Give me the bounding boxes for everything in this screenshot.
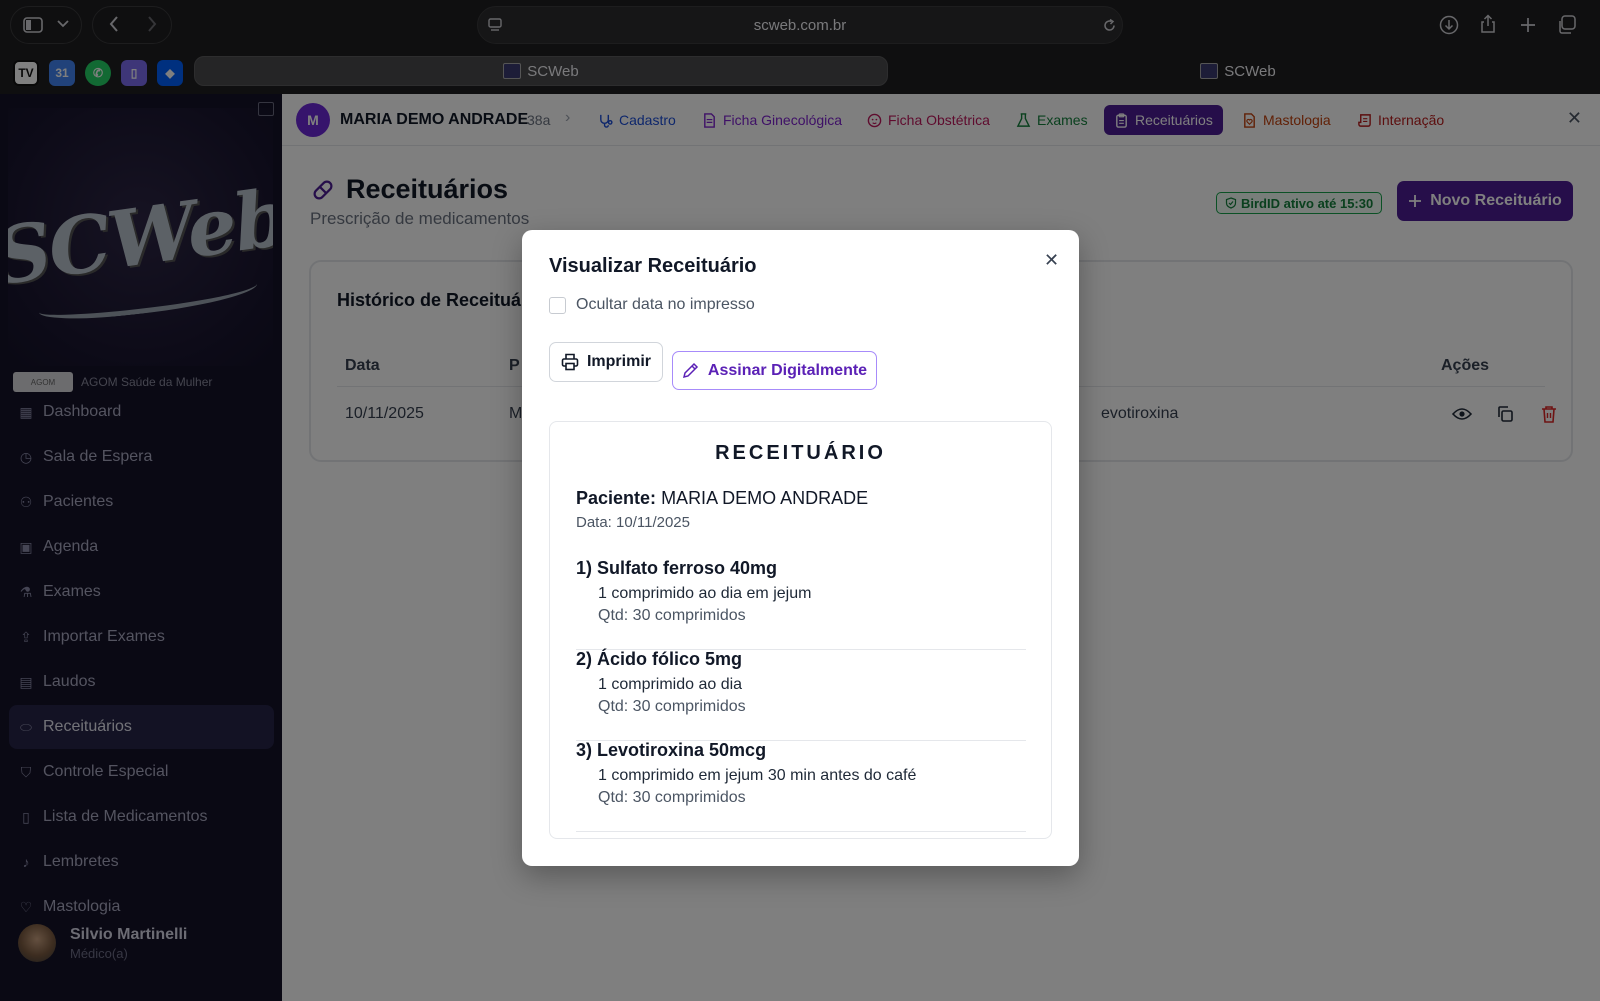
prescription-patient: Paciente: MARIA DEMO ANDRADE — [576, 488, 869, 508]
print-button[interactable]: Imprimir — [549, 342, 663, 382]
medication-item: 2) Ácido fólico 5mg 1 comprimido ao dia Qt… — [576, 649, 1026, 741]
medication-quantity: Qtd: 30 comprimidos — [598, 698, 746, 715]
close-icon[interactable]: ✕ — [1044, 250, 1059, 271]
pen-icon — [682, 362, 698, 379]
medication-name: 3) Levotiroxina 50mcg — [576, 740, 767, 760]
medication-item: 3) Levotiroxina 50mcg 1 comprimido em jej… — [576, 740, 1026, 832]
medication-name: 1) Sulfato ferroso 40mg — [576, 558, 778, 578]
medication-posology: 1 comprimido ao dia em jejum — [598, 585, 812, 602]
sign-digitally-button[interactable]: Assinar Digitalmente — [672, 351, 877, 390]
modal-title: Visualizar Receituário — [549, 255, 757, 277]
view-prescription-modal: Visualizar Receituário ✕ Ocultar data no… — [522, 230, 1079, 866]
medication-quantity: Qtd: 30 comprimidos — [598, 607, 746, 624]
medication-posology: 1 comprimido em jejum 30 min antes do ca… — [598, 767, 917, 784]
medication-name: 2) Ácido fólico 5mg — [576, 649, 743, 669]
hide-date-label: Ocultar data no impresso — [576, 296, 755, 313]
prescription-preview: RECEITUÁRIO Paciente: MARIA DEMO ANDRADE… — [549, 421, 1052, 839]
medication-item: 1) Sulfato ferroso 40mg 1 comprimido ao d… — [576, 558, 1026, 650]
medication-posology: 1 comprimido ao dia — [598, 676, 743, 693]
medication-quantity: Qtd: 30 comprimidos — [598, 789, 746, 806]
printer-icon — [561, 353, 579, 371]
prescription-title: RECEITUÁRIO — [715, 442, 886, 464]
prescription-date: Data: 10/11/2025 — [576, 514, 690, 531]
hide-date-option[interactable]: Ocultar data no impresso — [549, 296, 755, 314]
hide-date-checkbox[interactable] — [549, 296, 566, 314]
